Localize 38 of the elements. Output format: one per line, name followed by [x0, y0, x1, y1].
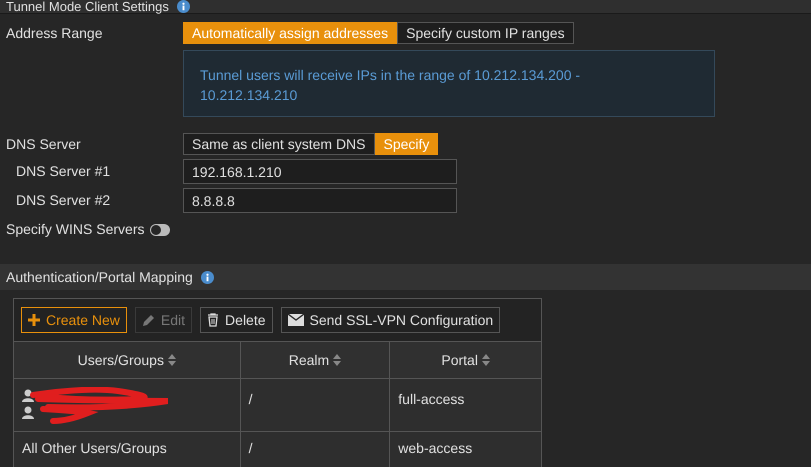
column-title: Realm: [288, 350, 330, 370]
column-title: Portal: [441, 350, 478, 370]
envelope-icon: [288, 314, 304, 326]
user-icon: [22, 406, 34, 419]
toolbar-button[interactable]: Delete: [200, 307, 273, 333]
segment-option[interactable]: Same as client system DNS: [183, 133, 374, 155]
toolbar-button[interactable]: Send SSL-VPN Configuration: [280, 307, 500, 333]
column-header[interactable]: Realm: [240, 342, 390, 378]
pencil-icon: [142, 314, 155, 326]
plus-icon: [28, 314, 40, 326]
field-label: DNS Server: [6, 135, 82, 154]
column-header[interactable]: Users/Groups: [14, 342, 240, 378]
segment-option[interactable]: Specify custom IP ranges: [397, 22, 574, 44]
table-cell: /: [248, 391, 252, 407]
toggle-switch[interactable]: [150, 224, 170, 236]
table-cell: All Other Users/Groups: [22, 440, 167, 456]
user-icon: [22, 389, 34, 402]
toolbar-button[interactable]: Create New: [21, 307, 127, 333]
table-cell: /: [248, 440, 252, 456]
field-label: DNS Server #2: [16, 191, 112, 210]
column-title: Users/Groups: [78, 350, 164, 370]
field-label: Specify WINS Servers: [6, 220, 144, 239]
sort-icon: [333, 354, 342, 366]
trash-icon: [207, 313, 220, 327]
table-cell: full-access: [398, 391, 464, 407]
input-field[interactable]: 192.168.1.210: [183, 159, 457, 184]
field-label: Address Range: [6, 24, 104, 43]
sort-icon: [482, 354, 490, 366]
field-label: DNS Server #1: [16, 162, 112, 181]
section-title: Tunnel Mode Client Settings: [6, 0, 169, 14]
info-message: Tunnel users will receive IPs in the range of 10.212.134.200 - 10.212.134.210: [200, 66, 582, 105]
sort-icon: [168, 354, 176, 366]
column-header[interactable]: Portal: [389, 342, 542, 378]
section-title: Authentication/Portal Mapping: [6, 268, 193, 287]
info-icon: [176, 0, 190, 13]
info-icon: [200, 270, 214, 284]
input-field[interactable]: 8.8.8.8: [183, 188, 457, 213]
table-cell: web-access: [398, 440, 472, 456]
